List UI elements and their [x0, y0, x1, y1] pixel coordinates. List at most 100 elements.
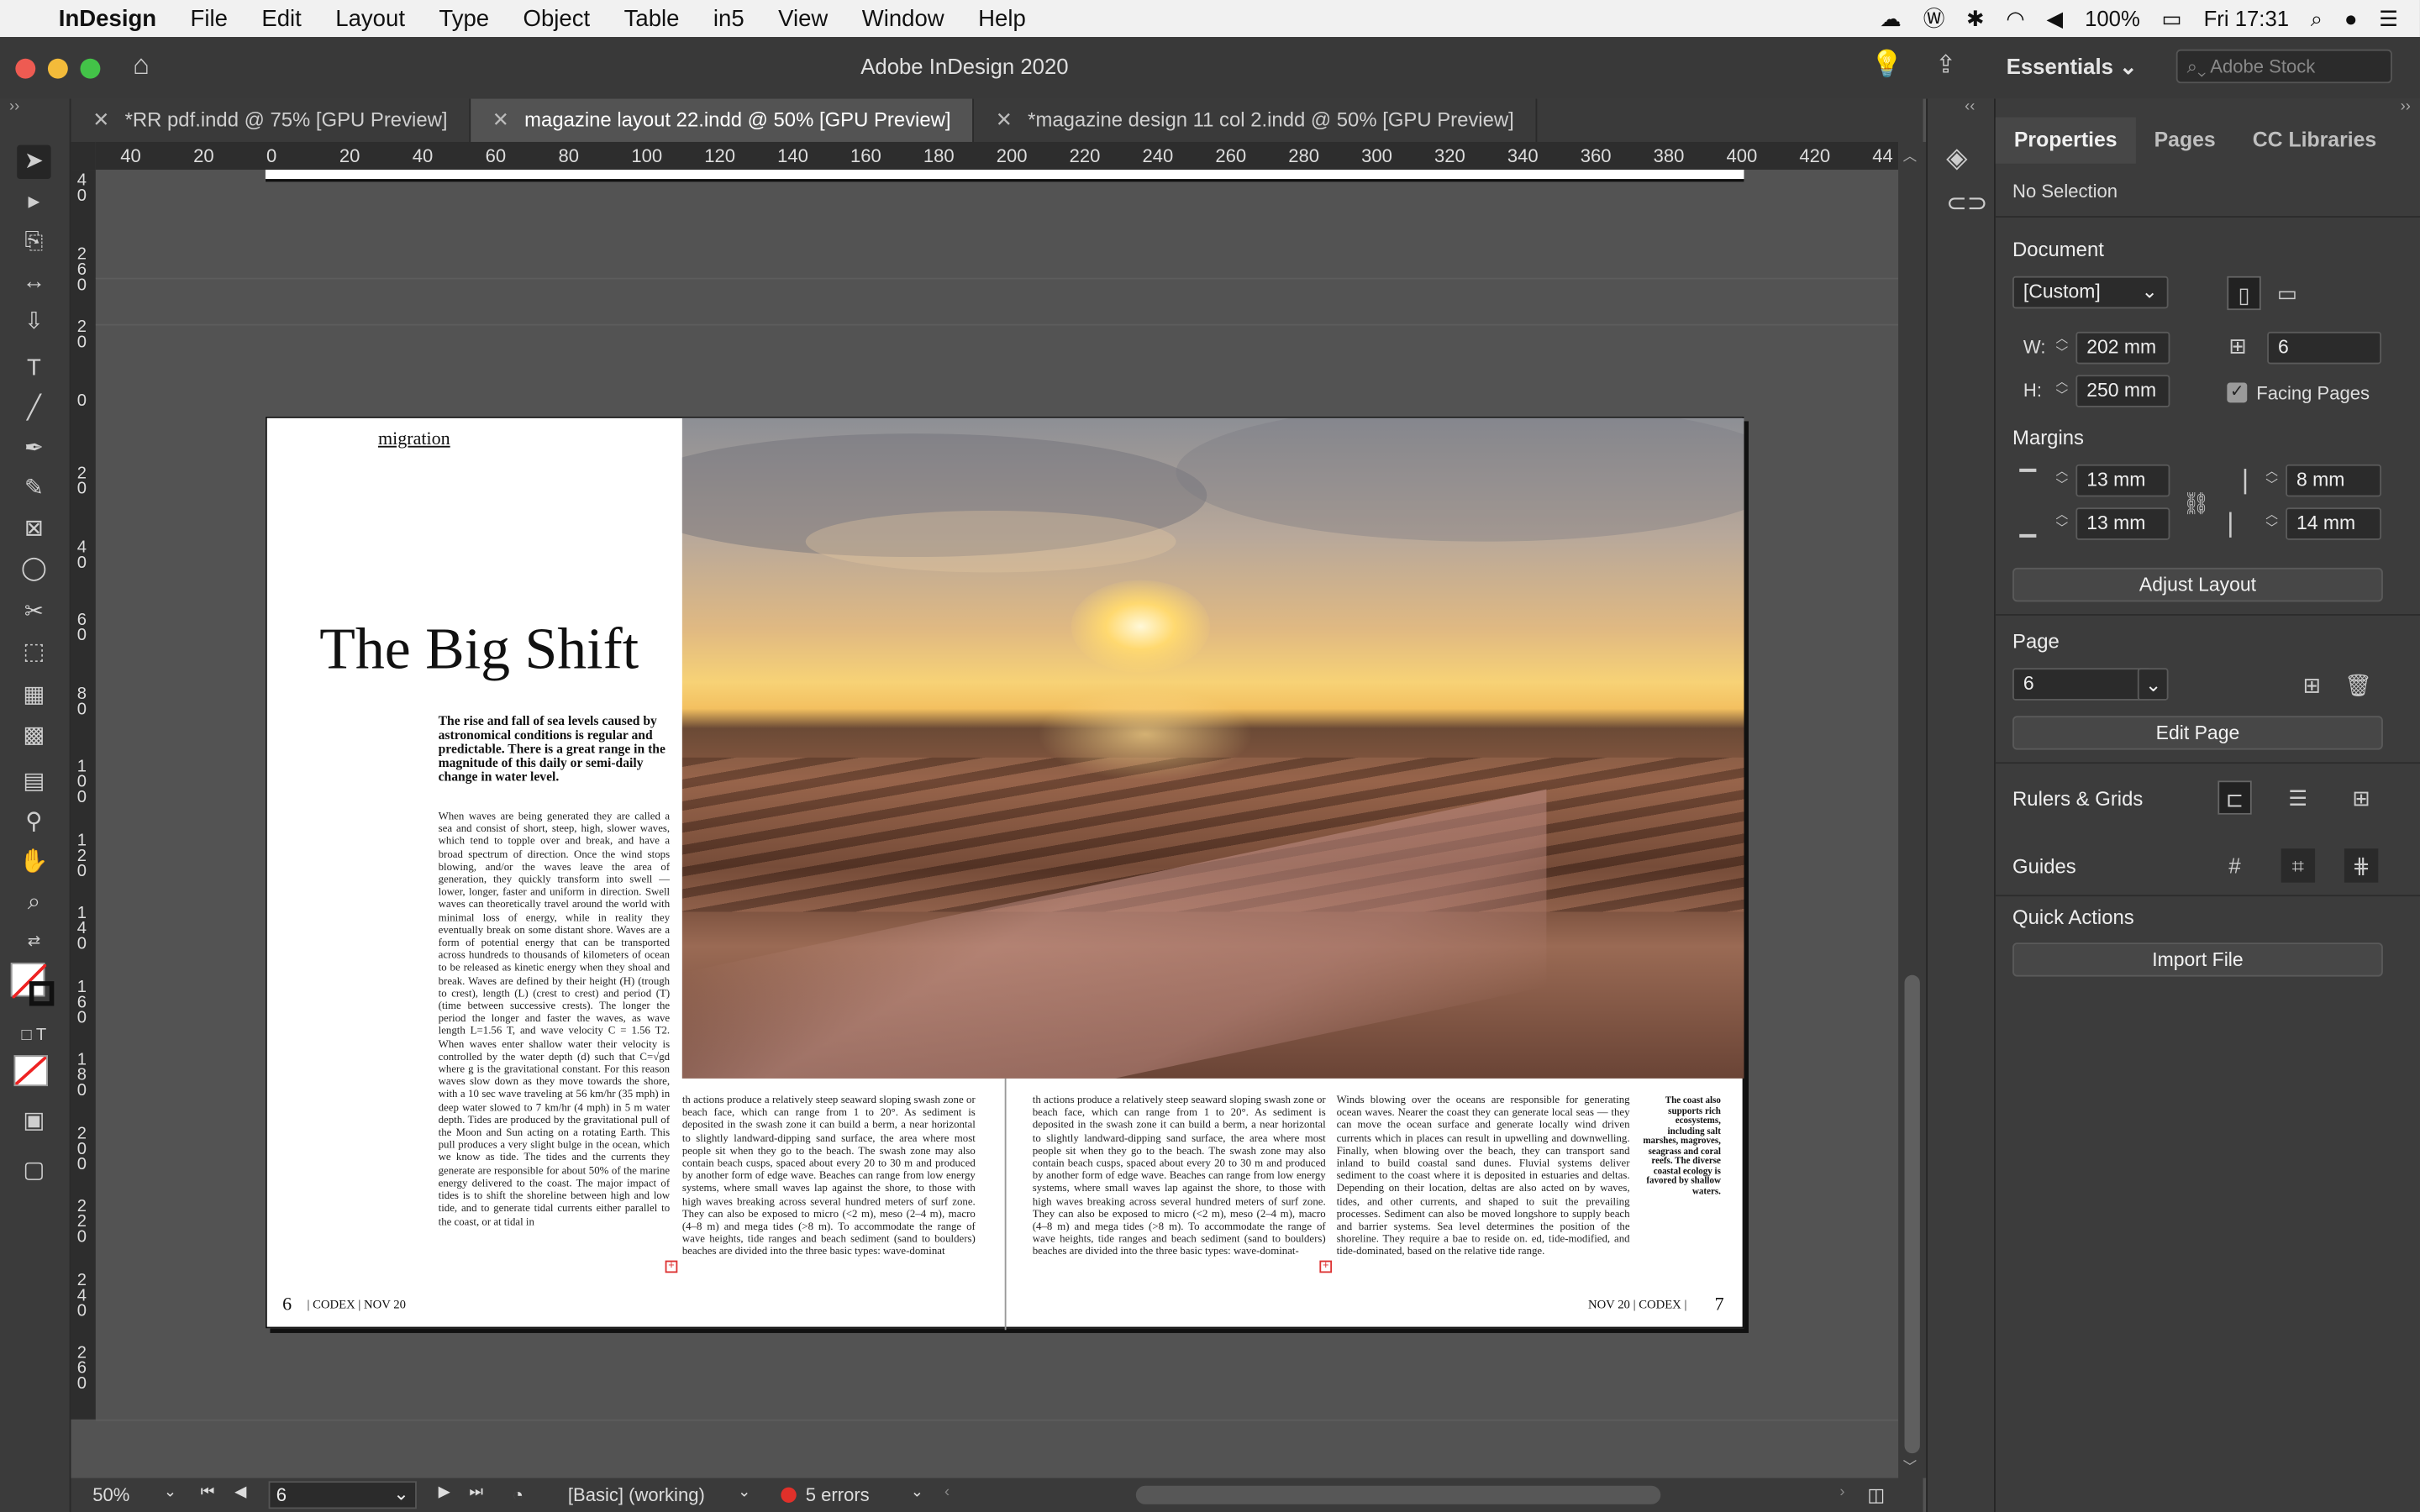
vertical-ruler[interactable]: 40 260 20 0 20 40 60 80 100 120 140 160 180 200 220 240…: [71, 170, 96, 1420]
margin-outside-field[interactable]: 14 mm: [2286, 507, 2382, 540]
rectangle-frame-tool-icon[interactable]: ⊠: [17, 512, 50, 546]
ruler-origin[interactable]: [71, 141, 96, 171]
pencil-tool-icon[interactable]: ✎: [17, 472, 50, 506]
bluetooth-icon[interactable]: ✱: [1966, 5, 1985, 31]
wifi-icon[interactable]: ◠: [2006, 5, 2024, 31]
folio-left-number[interactable]: 6: [282, 1293, 292, 1316]
preflight-profile[interactable]: [Basic] (working): [568, 1484, 705, 1506]
battery-icon[interactable]: ▭: [2162, 5, 2182, 31]
wordpress-icon[interactable]: Ⓦ: [1923, 3, 1945, 34]
body-column-4[interactable]: Winds blowing over the oceans are respon…: [1337, 1094, 1630, 1278]
siri-icon[interactable]: ●: [2344, 6, 2358, 30]
split-window-icon[interactable]: ◫: [1867, 1484, 1885, 1506]
margin-inside-stepper[interactable]: ︿ ﹀: [2261, 465, 2283, 497]
sunset-beach-photo[interactable]: [681, 417, 1744, 1079]
headline[interactable]: The Big Shift: [319, 616, 639, 684]
margin-top-field[interactable]: 13 mm: [2075, 464, 2170, 497]
smart-guides-icon[interactable]: ⋕: [2344, 848, 2379, 883]
page-tool-icon[interactable]: ⎘: [17, 225, 50, 259]
zoom-tool-icon[interactable]: ⌕: [17, 885, 50, 919]
tab-magazine-layout[interactable]: ✕ magazine layout 22.indd @ 50% [GPU Prev…: [471, 98, 975, 142]
trash-icon[interactable]: 🗑: [2341, 668, 2375, 701]
overset-text-icon[interactable]: +: [1319, 1260, 1333, 1273]
lock-guides-icon[interactable]: ⌗: [2281, 848, 2316, 883]
show-guides-icon[interactable]: #: [2217, 848, 2251, 882]
menu-object[interactable]: Object: [523, 5, 591, 31]
close-tab-icon[interactable]: ✕: [996, 108, 1013, 132]
adjust-layout-button[interactable]: Adjust Layout: [2012, 567, 2383, 602]
clock[interactable]: Fri 17:31: [2204, 6, 2289, 30]
gap-tool-icon[interactable]: ↔: [17, 265, 50, 299]
page-spread[interactable]: migration The Big Shift The rise and fal…: [265, 416, 1744, 1331]
sidebar-pullquote[interactable]: The coast also supports rich ecosystems,…: [1640, 1097, 1721, 1197]
share-icon[interactable]: ⇪: [1935, 50, 1956, 81]
tab-rr-pdf[interactable]: ✕ *RR pdf.indd @ 75% [GPU Preview]: [71, 98, 471, 142]
page-select[interactable]: 6: [2012, 668, 2152, 701]
type-tool-icon[interactable]: T: [17, 352, 50, 386]
chevron-down-icon[interactable]: ⌄: [738, 1484, 750, 1501]
vertical-scrollbar[interactable]: ︿ ﹀: [1898, 141, 1927, 1478]
layers-icon[interactable]: ◈: [1946, 142, 1967, 175]
gradient-swatch-tool-icon[interactable]: ▦: [17, 679, 50, 712]
body-column-3[interactable]: th actions produce a relatively steep se…: [1033, 1094, 1326, 1278]
height-field[interactable]: 250 mm: [2075, 375, 2170, 407]
menu-app-name[interactable]: InDesign: [59, 5, 156, 31]
free-transform-tool-icon[interactable]: ⬚: [17, 636, 50, 669]
preview-mode-icon[interactable]: ▢: [17, 1154, 50, 1188]
horizontal-scroll-thumb[interactable]: [1135, 1485, 1661, 1504]
portrait-orientation-icon[interactable]: ▯: [2227, 276, 2261, 311]
menu-window[interactable]: Window: [862, 5, 944, 31]
content-collector-icon[interactable]: ⇩: [17, 306, 50, 339]
horizontal-ruler[interactable]: 40 20 0 20 40 60 80 100 120 140 160 180 200 220 240 260…: [95, 141, 1899, 171]
collapse-toolbar-icon[interactable]: ››: [9, 99, 19, 116]
close-tab-icon[interactable]: ✕: [492, 108, 509, 132]
width-field[interactable]: 202 mm: [2075, 331, 2170, 365]
body-column-1[interactable]: When waves are being generated they are …: [439, 810, 671, 1273]
add-page-icon[interactable]: ⊞: [2295, 668, 2328, 701]
selection-tool-icon[interactable]: ➤: [17, 144, 51, 180]
creative-cloud-icon[interactable]: ☁: [1880, 5, 1902, 31]
eyedropper-tool-icon[interactable]: ⚲: [17, 806, 50, 839]
width-stepper[interactable]: ︿ ﹀: [2051, 332, 2073, 365]
scroll-left-icon[interactable]: ‹: [944, 1484, 950, 1501]
lightbulb-icon[interactable]: 💡: [1870, 50, 1903, 81]
zoom-dropdown-icon[interactable]: ⌄: [164, 1484, 176, 1501]
baseline-grid-icon[interactable]: ☰: [2281, 780, 2315, 814]
hand-tool-icon[interactable]: ✋: [17, 846, 50, 879]
import-file-button[interactable]: Import File: [2012, 942, 2383, 977]
margin-inside-field[interactable]: 8 mm: [2286, 464, 2382, 497]
menu-edit[interactable]: Edit: [261, 5, 301, 31]
margin-bottom-field[interactable]: 13 mm: [2075, 507, 2170, 540]
spotlight-icon[interactable]: ⌕: [2311, 5, 2323, 31]
zoom-level[interactable]: 50%: [92, 1484, 129, 1506]
height-stepper[interactable]: ︿ ﹀: [2051, 375, 2073, 407]
direct-selection-tool-icon[interactable]: ▸: [17, 185, 50, 218]
volume-icon[interactable]: ◀: [2047, 5, 2064, 31]
menu-in5[interactable]: in5: [713, 5, 744, 31]
formatting-affects-container-icon[interactable]: □ T: [17, 1018, 50, 1052]
kicker[interactable]: migration: [378, 428, 450, 451]
rulers-icon[interactable]: ⊏: [2217, 780, 2252, 815]
links-icon[interactable]: ⊂⊃: [1946, 188, 1987, 219]
open-page-icon[interactable]: ◔: [513, 1484, 523, 1506]
scroll-down-icon[interactable]: ﹀: [1903, 1457, 1918, 1477]
pen-tool-icon[interactable]: ✒: [17, 432, 50, 465]
menu-file[interactable]: File: [191, 5, 228, 31]
margin-top-stepper[interactable]: ︿ ﹀: [2051, 465, 2073, 497]
first-page-icon[interactable]: ⏮: [201, 1484, 215, 1501]
stroke-swatch[interactable]: [29, 981, 55, 1006]
overset-text-icon[interactable]: +: [665, 1260, 678, 1273]
page-dropdown-button[interactable]: ⌄: [2137, 668, 2169, 701]
page-number-field[interactable]: 6 ⌄: [268, 1481, 417, 1509]
menu-type[interactable]: Type: [439, 5, 489, 31]
body-column-2[interactable]: th actions produce a relatively steep se…: [682, 1094, 976, 1278]
margin-outside-stepper[interactable]: ︿ ﹀: [2261, 507, 2283, 540]
line-tool-icon[interactable]: ╱: [17, 392, 50, 426]
facing-pages-checkbox[interactable]: ✓: [2227, 382, 2248, 403]
collapse-panel-icon[interactable]: ››: [2401, 99, 2411, 116]
scissors-tool-icon[interactable]: ✂: [17, 596, 50, 629]
folio-left-text[interactable]: | CODEX | NOV 20: [308, 1298, 406, 1312]
workspace-switcher[interactable]: Essentials ⌄: [2007, 54, 2138, 80]
next-page-icon[interactable]: ▶: [439, 1484, 450, 1501]
document-preset-select[interactable]: [Custom] ⌄: [2012, 276, 2169, 309]
